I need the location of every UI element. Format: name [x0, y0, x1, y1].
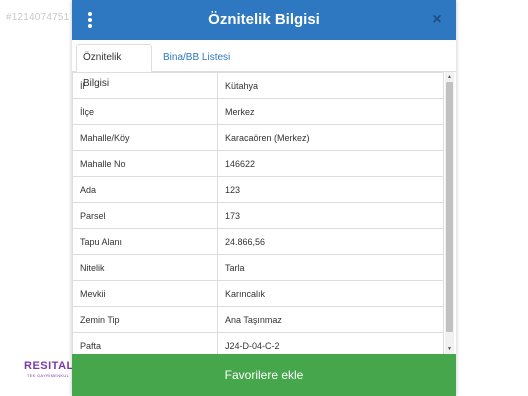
vertical-scrollbar[interactable]: ▲ ▼: [445, 72, 454, 354]
table-row: Parsel 173: [72, 202, 444, 229]
table-row: Pafta J24-D-04-C-2: [72, 332, 444, 354]
attribute-table: İl Kütahya İlçe Merkez Mahalle/Köy Karacaören…: [72, 72, 444, 354]
kebab-menu-icon[interactable]: [84, 10, 96, 30]
attribute-value: Merkez: [217, 98, 444, 125]
brand-logo: RESITAL TEK GAYRİMENKUL: [24, 360, 74, 378]
attribute-name: Zemin Tip: [72, 306, 218, 333]
tab-bar: Öznitelik Bilgisi Bina/BB Listesi: [72, 40, 456, 89]
attribute-value: 146622: [217, 150, 444, 177]
attribute-name: Mahalle/Köy: [72, 124, 218, 151]
attribute-value: Karacaören (Merkez): [217, 124, 444, 151]
modal-header: Öznitelik Bilgisi ×: [72, 0, 456, 40]
attribute-value: Kütahya: [217, 72, 444, 99]
attribute-name: Pafta: [72, 332, 218, 354]
attribute-value: J24-D-04-C-2: [217, 332, 444, 354]
table-row: Zemin Tip Ana Taşınmaz: [72, 306, 444, 333]
listing-id-watermark: #1214074751: [6, 12, 70, 23]
close-icon[interactable]: ×: [428, 10, 446, 30]
tab-building-list[interactable]: Bina/BB Listesi: [156, 44, 237, 72]
attribute-name: Tapu Alanı: [72, 228, 218, 255]
table-row: Ada 123: [72, 176, 444, 203]
attribute-name: Ada: [72, 176, 218, 203]
brand-subtitle: TEK GAYRİMENKUL: [26, 373, 70, 378]
table-row: Mahalle/Köy Karacaören (Merkez): [72, 124, 444, 151]
table-row: İl Kütahya: [72, 72, 444, 99]
attribute-name: Nitelik: [72, 254, 218, 281]
attribute-name: Mevkii: [72, 280, 218, 307]
scroll-down-arrow-icon[interactable]: ▼: [445, 344, 454, 354]
table-row: Mevkii Karıncalık: [72, 280, 444, 307]
table-row: İlçe Merkez: [72, 98, 444, 125]
table-row: Tapu Alanı 24.866,56: [72, 228, 444, 255]
attribute-value: 24.866,56: [217, 228, 444, 255]
table-row: Mahalle No 146622: [72, 150, 444, 177]
attribute-info-modal: Öznitelik Bilgisi × Öznitelik Bilgisi Bi…: [72, 0, 456, 396]
attribute-name: İlçe: [72, 98, 218, 125]
attribute-table-container: İl Kütahya İlçe Merkez Mahalle/Köy Karacaören…: [72, 72, 456, 354]
table-row: Nitelik Tarla: [72, 254, 444, 281]
attribute-value: 173: [217, 202, 444, 229]
attribute-value: 123: [217, 176, 444, 203]
attribute-name: Parsel: [72, 202, 218, 229]
brand-name: RESITAL: [24, 360, 74, 372]
attribute-value: Ana Taşınmaz: [217, 306, 444, 333]
attribute-value: Karıncalık: [217, 280, 444, 307]
tab-attribute-info[interactable]: Öznitelik Bilgisi: [76, 44, 152, 89]
attribute-name: Mahalle No: [72, 150, 218, 177]
scroll-thumb[interactable]: [446, 82, 453, 332]
add-to-favorites-button[interactable]: Favorilere ekle: [72, 354, 456, 396]
attribute-name: İl: [72, 72, 218, 99]
modal-title: Öznitelik Bilgisi: [208, 11, 320, 28]
attribute-value: Tarla: [217, 254, 444, 281]
scroll-up-arrow-icon[interactable]: ▲: [445, 72, 454, 82]
